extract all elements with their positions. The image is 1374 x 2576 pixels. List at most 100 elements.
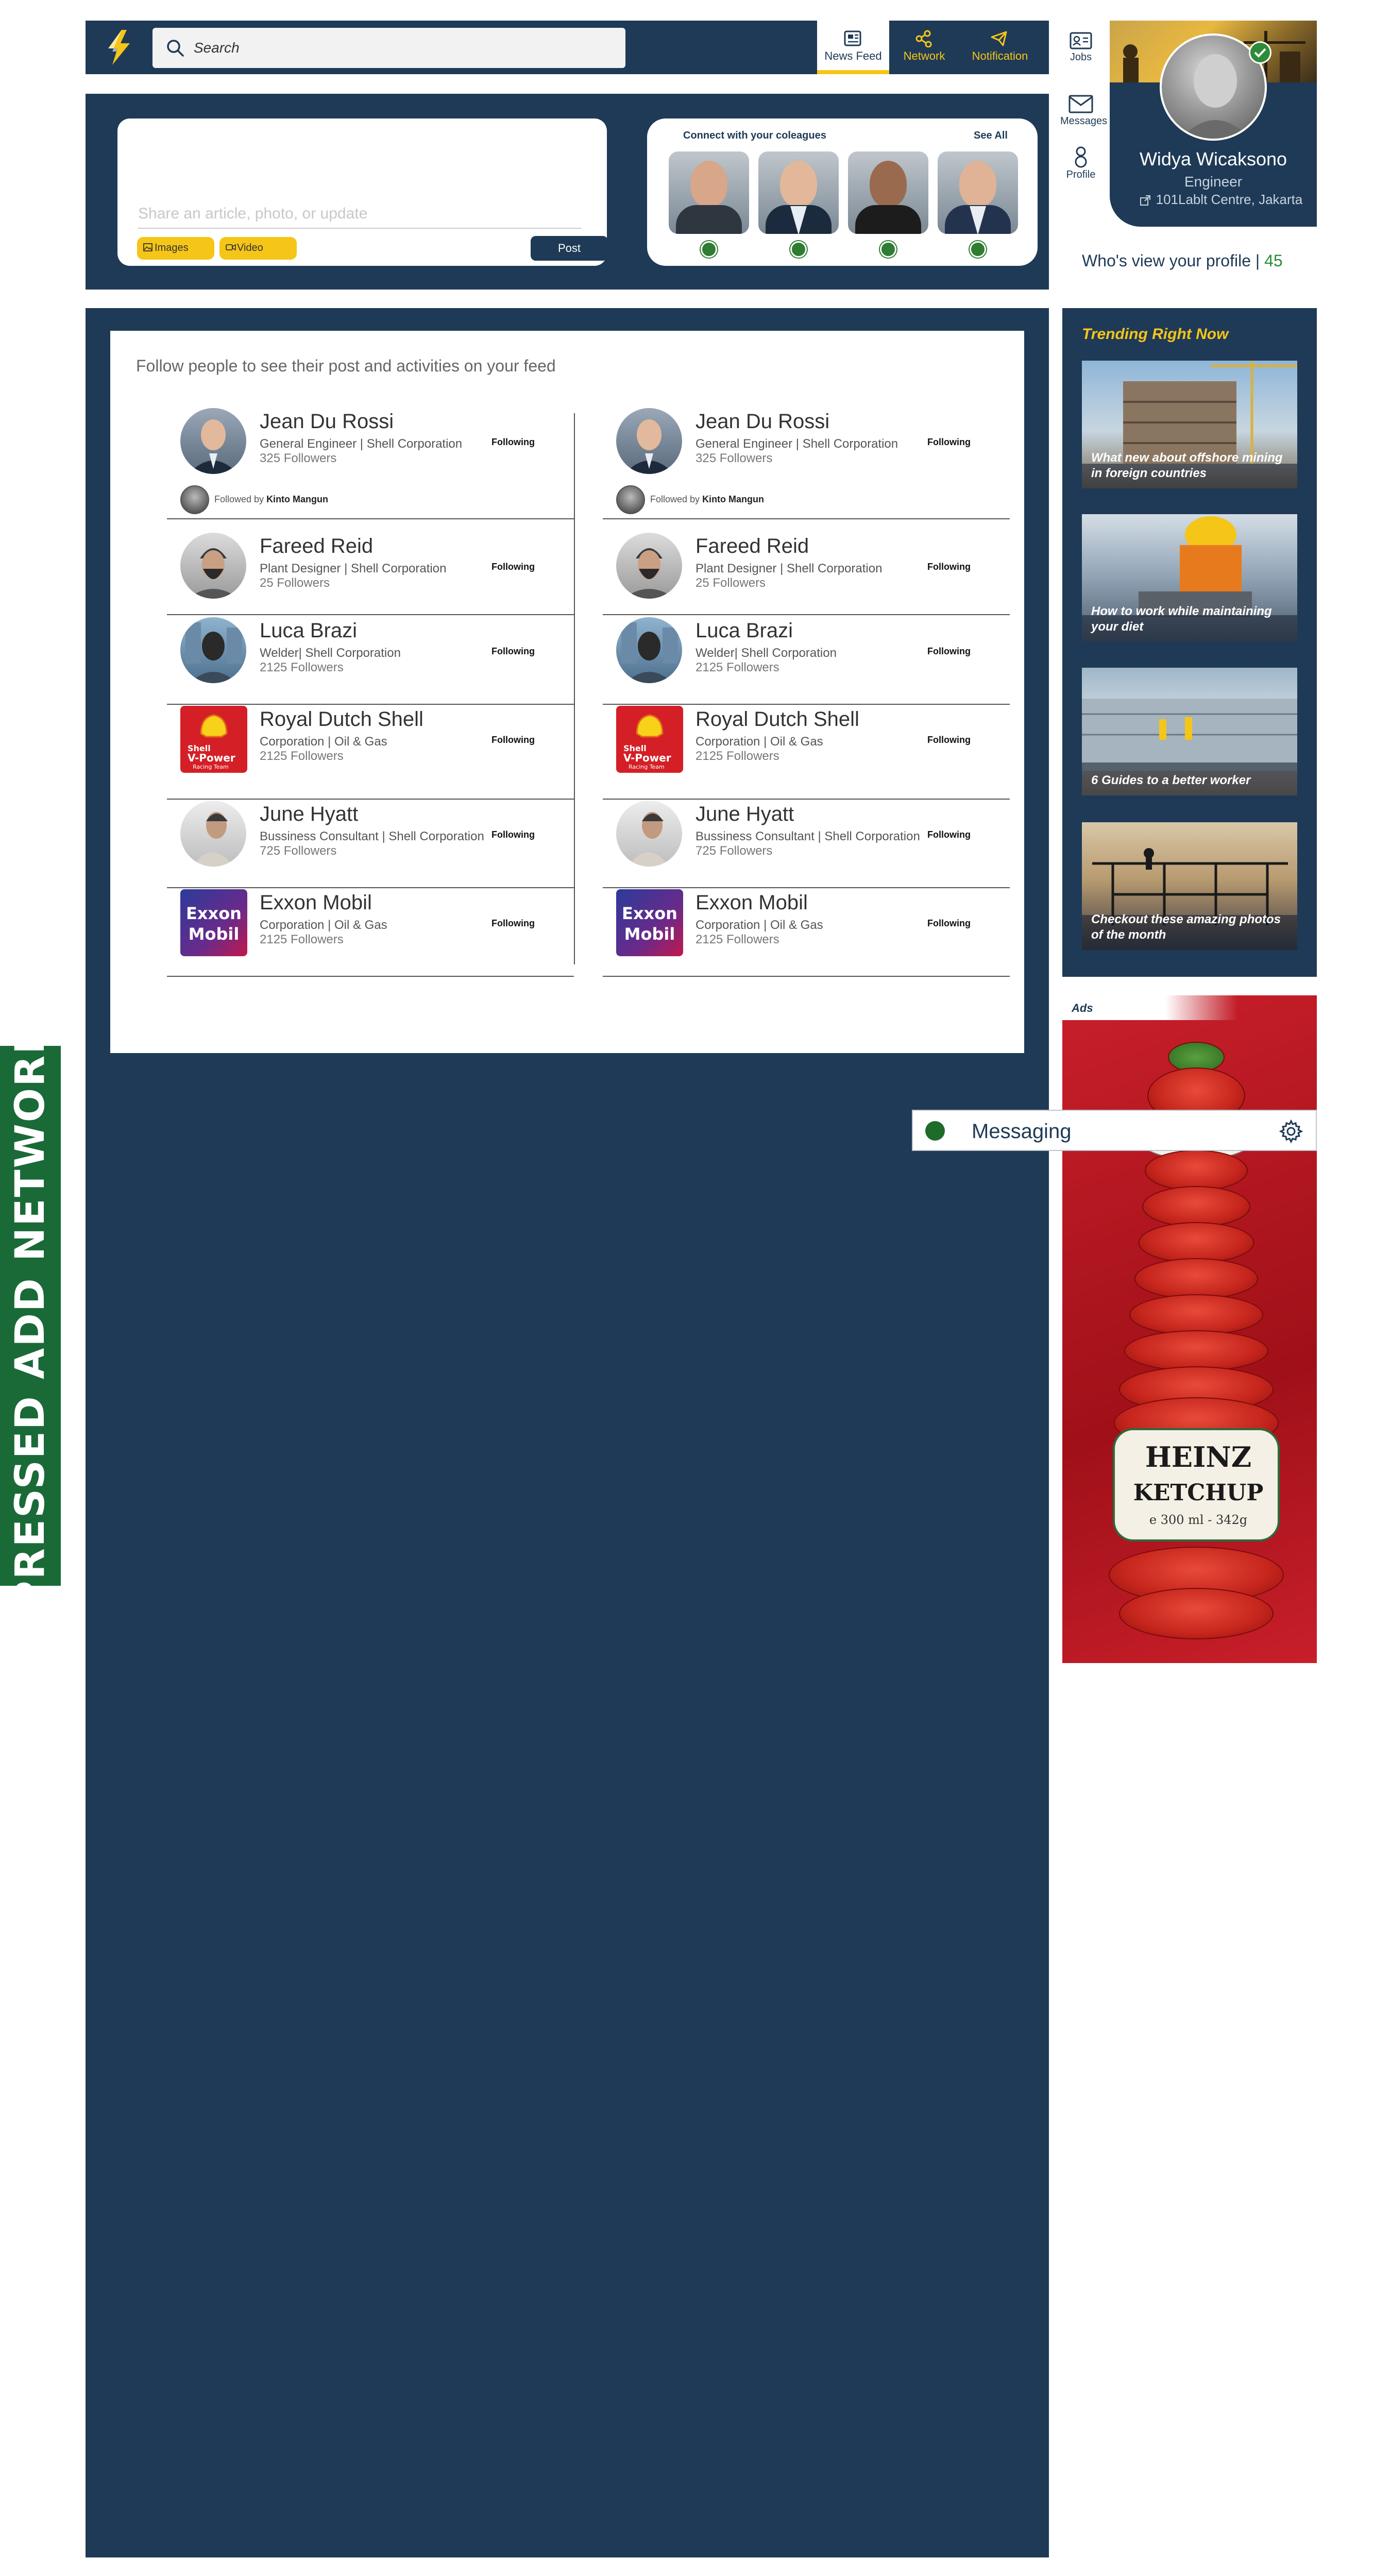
avatar[interactable] [616, 533, 682, 599]
suggestion-item[interactable]: Shell V-Power Racing Team Royal Dutch Sh… [167, 706, 574, 800]
following-button[interactable]: Following [491, 437, 535, 448]
trending-item[interactable]: Checkout these amazing photos of the mon… [1082, 822, 1297, 950]
suggestion-item[interactable]: Luca Brazi Welder| Shell Corporation 212… [167, 617, 574, 705]
tab-news-feed[interactable]: News Feed [817, 21, 889, 74]
suggestion-name[interactable]: Luca Brazi [260, 619, 357, 642]
search-input[interactable] [194, 33, 606, 63]
following-button[interactable]: Following [491, 646, 535, 657]
connect-colleagues-card: Connect with your coleagues See All [647, 118, 1038, 266]
exxon-mobil-logo[interactable]: Exxon Mobil [180, 889, 247, 956]
add-images-button[interactable]: Images [137, 237, 214, 260]
suggestion-name[interactable]: Luca Brazi [696, 619, 793, 642]
suggestion-name[interactable]: June Hyatt [696, 803, 794, 826]
tab-network[interactable]: Network [893, 21, 955, 74]
compose-input[interactable]: Share an article, photo, or update [138, 205, 581, 229]
suggestion-name[interactable]: Fareed Reid [260, 535, 373, 558]
suggestion-followers: 325 Followers [260, 451, 337, 465]
profile-card[interactable]: Widya Wicaksono Engineer 101Lablt Centre… [1110, 21, 1317, 227]
feed-section: Follow people to see their post and acti… [86, 308, 1049, 2557]
add-video-button[interactable]: Video [219, 237, 297, 260]
following-button[interactable]: Following [927, 918, 971, 929]
tomato-slice [1138, 1222, 1254, 1263]
colleague-photo[interactable] [758, 151, 839, 234]
following-button[interactable]: Following [927, 437, 971, 448]
suggestion-item[interactable]: Luca Brazi Welder| Shell Corporation 212… [603, 617, 1010, 705]
messaging-bar[interactable]: Messaging [912, 1110, 1317, 1151]
suggestion-item[interactable]: Fareed Reid Plant Designer | Shell Corpo… [603, 533, 1010, 615]
trending-item[interactable]: 6 Guides to a better worker [1082, 668, 1297, 795]
suggestion-name[interactable]: Royal Dutch Shell [260, 708, 423, 731]
suggestion-item[interactable]: Exxon Mobil Exxon Mobil Corporation | Oi… [603, 889, 1010, 977]
exxon-mobil-logo[interactable]: Exxon Mobil [616, 889, 683, 956]
following-button[interactable]: Following [927, 829, 971, 840]
add-connection-icon[interactable] [880, 241, 896, 258]
avatar[interactable] [616, 408, 682, 474]
profile-views[interactable]: Who's view your profile | 45 [1082, 251, 1324, 270]
add-connection-icon[interactable] [970, 241, 986, 258]
avatar[interactable] [180, 617, 246, 683]
feed-heading: Follow people to see their post and acti… [136, 357, 556, 375]
colleague-photo[interactable] [669, 151, 749, 234]
following-button[interactable]: Following [491, 562, 535, 572]
profile-location: 101Lablt Centre, Jakarta [1125, 192, 1317, 208]
see-all-link[interactable]: See All [974, 130, 1008, 142]
sidenav-jobs[interactable]: Jobs [1060, 31, 1101, 63]
suggestion-item[interactable]: June Hyatt Bussiness Consultant | Shell … [167, 801, 574, 888]
following-button[interactable]: Following [927, 562, 971, 572]
sidenav-messages[interactable]: Messages [1060, 93, 1107, 127]
trending-item[interactable]: How to work while maintaining your diet [1082, 514, 1297, 642]
app-logo[interactable] [101, 28, 137, 67]
profile-views-count: 45 [1264, 251, 1283, 270]
suggestion-name[interactable]: June Hyatt [260, 803, 358, 826]
sidenav-profile[interactable]: Profile [1060, 145, 1101, 181]
suggestion-name[interactable]: Fareed Reid [696, 535, 809, 558]
shell-logo[interactable]: Shell V-Power Racing Team [180, 706, 247, 773]
suggestion-item[interactable]: Jean Du Rossi General Engineer | Shell C… [603, 408, 1010, 519]
suggestion-name[interactable]: Exxon Mobil [696, 891, 808, 914]
colleague-photo[interactable] [848, 151, 928, 234]
following-button[interactable]: Following [927, 646, 971, 657]
add-connection-icon[interactable] [701, 241, 717, 258]
colleague-photo[interactable] [938, 151, 1018, 234]
following-button[interactable]: Following [491, 735, 535, 745]
suggestion-item[interactable]: Shell V-Power Racing Team Royal Dutch Sh… [603, 706, 1010, 800]
followed-by-name[interactable]: Kinto Mangun [702, 494, 764, 504]
trending-item[interactable]: What new about offshore mining in foreig… [1082, 361, 1297, 488]
suggestion-item[interactable]: Exxon Mobil Exxon Mobil Corporation | Oi… [167, 889, 574, 977]
tab-notification[interactable]: Notification [961, 21, 1039, 74]
followed-by-name[interactable]: Kinto Mangun [266, 494, 328, 504]
trending-title: Trending Right Now [1082, 326, 1229, 343]
avatar[interactable] [616, 801, 682, 867]
avatar[interactable] [180, 408, 246, 474]
compose-box[interactable]: Share an article, photo, or update Image… [117, 118, 608, 266]
add-connection-icon[interactable] [790, 241, 807, 258]
following-button[interactable]: Following [491, 918, 535, 929]
messaging-title[interactable]: Messaging [972, 1120, 1071, 1143]
suggestion-item[interactable]: Jean Du Rossi General Engineer | Shell C… [167, 408, 574, 519]
side-ad-banner[interactable]: PRESSED ADD NETWORK [0, 1021, 61, 1611]
suggestion-followers: 2125 Followers [696, 660, 779, 674]
avatar[interactable] [616, 617, 682, 683]
ad-banner[interactable]: Ads HEINZ KETCHUP e 300 ml - 342g [1062, 995, 1317, 1663]
video-camera-icon [226, 244, 236, 251]
avatar[interactable] [180, 485, 209, 514]
tomato-slice [1145, 1150, 1248, 1191]
profile-name[interactable]: Widya Wicaksono [1110, 148, 1317, 170]
connect-title: Connect with your coleagues [683, 130, 826, 141]
avatar[interactable] [616, 485, 645, 514]
following-button[interactable]: Following [491, 829, 535, 840]
shell-logo[interactable]: Shell V-Power Racing Team [616, 706, 683, 773]
following-button[interactable]: Following [927, 735, 971, 745]
trending-panel: Trending Right Now What new about offsho… [1062, 308, 1317, 977]
post-button[interactable]: Post [531, 236, 608, 261]
suggestion-name[interactable]: Royal Dutch Shell [696, 708, 859, 731]
followed-by-prefix: Followed by [650, 494, 700, 504]
gear-icon[interactable] [1279, 1119, 1303, 1144]
suggestion-name[interactable]: Jean Du Rossi [260, 410, 394, 433]
suggestion-item[interactable]: Fareed Reid Plant Designer | Shell Corpo… [167, 533, 574, 615]
suggestion-name[interactable]: Jean Du Rossi [696, 410, 829, 433]
suggestion-name[interactable]: Exxon Mobil [260, 891, 372, 914]
avatar[interactable] [180, 533, 246, 599]
avatar[interactable] [180, 801, 246, 867]
suggestion-item[interactable]: June Hyatt Bussiness Consultant | Shell … [603, 801, 1010, 888]
